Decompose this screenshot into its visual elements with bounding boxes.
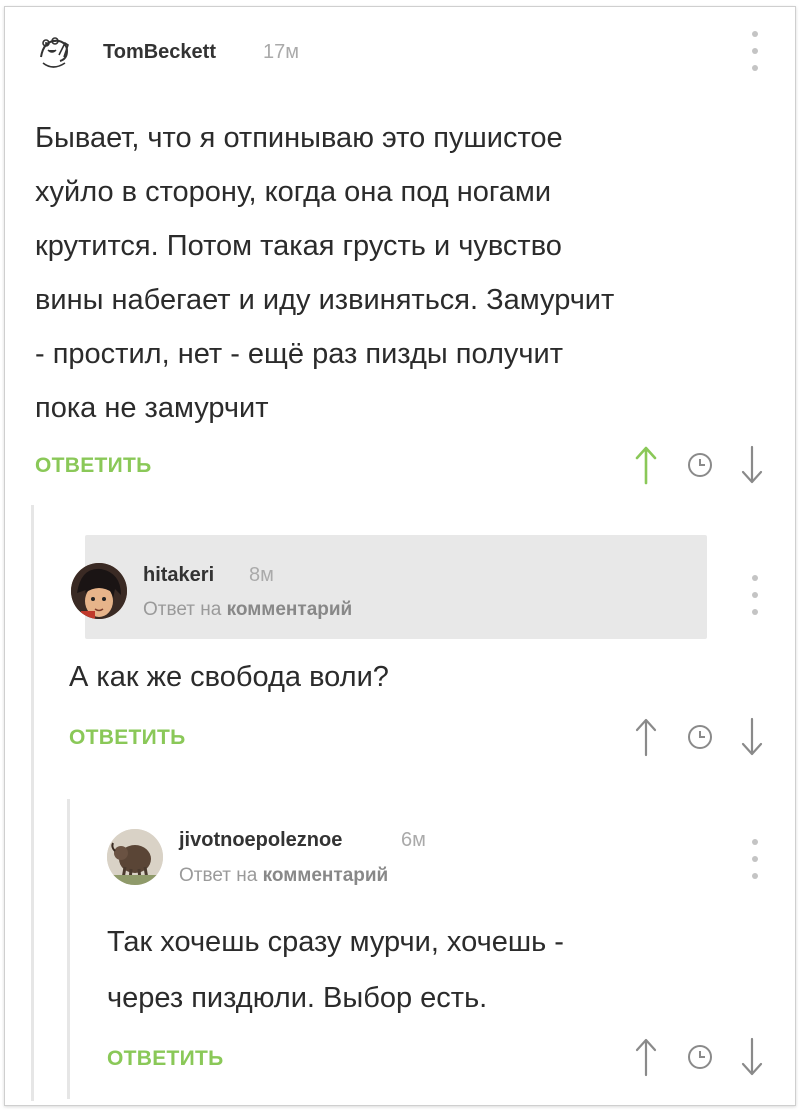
- avatar[interactable]: [107, 829, 163, 885]
- avatar[interactable]: [71, 563, 127, 619]
- comment-line: пока не замурчит: [35, 392, 269, 424]
- arrow-down-icon[interactable]: [741, 717, 763, 757]
- comment-thread: TomBeckett 17м Бывает, что я отпинываю э…: [4, 6, 796, 1106]
- arrow-down-icon[interactable]: [741, 1037, 763, 1077]
- more-vertical-icon[interactable]: [749, 575, 761, 615]
- comment-2: hitakeri 8м Ответ на комментарий А как ж…: [5, 527, 795, 787]
- comment-actions: [635, 1037, 763, 1077]
- avatar[interactable]: [29, 27, 77, 75]
- clock-icon[interactable]: [685, 1042, 715, 1072]
- comment-line: А как же свобода воли?: [69, 661, 389, 693]
- comment-header-highlight: [85, 535, 707, 639]
- more-vertical-icon[interactable]: [749, 839, 761, 879]
- comment-actions: [635, 445, 763, 485]
- arrow-up-icon[interactable]: [635, 445, 657, 485]
- clock-icon[interactable]: [685, 450, 715, 480]
- clock-icon[interactable]: [685, 722, 715, 752]
- comment-line: хуйло в сторону, когда она под ногами: [35, 176, 552, 208]
- more-vertical-icon[interactable]: [749, 31, 761, 71]
- arrow-up-icon[interactable]: [635, 1037, 657, 1077]
- comment-line: - простил, нет - ещё раз пизды получит: [35, 338, 563, 370]
- comment-time: 17м: [263, 41, 299, 63]
- reply-to-prefix: Ответ на: [179, 865, 258, 886]
- comment-1: TomBeckett 17м Бывает, что я отпинываю э…: [5, 7, 795, 507]
- reply-button[interactable]: ОТВЕТИТЬ: [69, 726, 186, 750]
- reply-to-link[interactable]: Ответ на комментарий: [179, 865, 388, 887]
- arrow-down-icon[interactable]: [741, 445, 763, 485]
- reply-to-target[interactable]: комментарий: [263, 865, 389, 886]
- reply-to-target[interactable]: комментарий: [227, 599, 353, 620]
- comment-time: 8м: [249, 564, 274, 586]
- username[interactable]: hitakeri: [143, 564, 214, 587]
- reply-button[interactable]: ОТВЕТИТЬ: [107, 1047, 224, 1071]
- username[interactable]: TomBeckett: [103, 41, 216, 64]
- comment-line: крутится. Потом такая грусть и чувство: [35, 230, 562, 262]
- comment-line: вины набегает и иду извиняться. Замурчит: [35, 284, 615, 316]
- reply-button[interactable]: ОТВЕТИТЬ: [35, 454, 152, 478]
- comment-line: через пиздюли. Выбор есть.: [107, 982, 488, 1014]
- comment-actions: [635, 717, 763, 757]
- comment-3: jivotnoepoleznoe 6м Ответ на комментарий…: [5, 807, 795, 1097]
- arrow-up-icon[interactable]: [635, 717, 657, 757]
- reply-to-prefix: Ответ на: [143, 599, 222, 620]
- username[interactable]: jivotnoepoleznoe: [179, 829, 342, 852]
- reply-to-link[interactable]: Ответ на комментарий: [143, 599, 352, 621]
- comment-line: Бывает, что я отпинываю это пушистое: [35, 122, 563, 154]
- comment-line: Так хочешь сразу мурчи, хочешь -: [107, 926, 564, 958]
- comment-time: 6м: [401, 829, 426, 851]
